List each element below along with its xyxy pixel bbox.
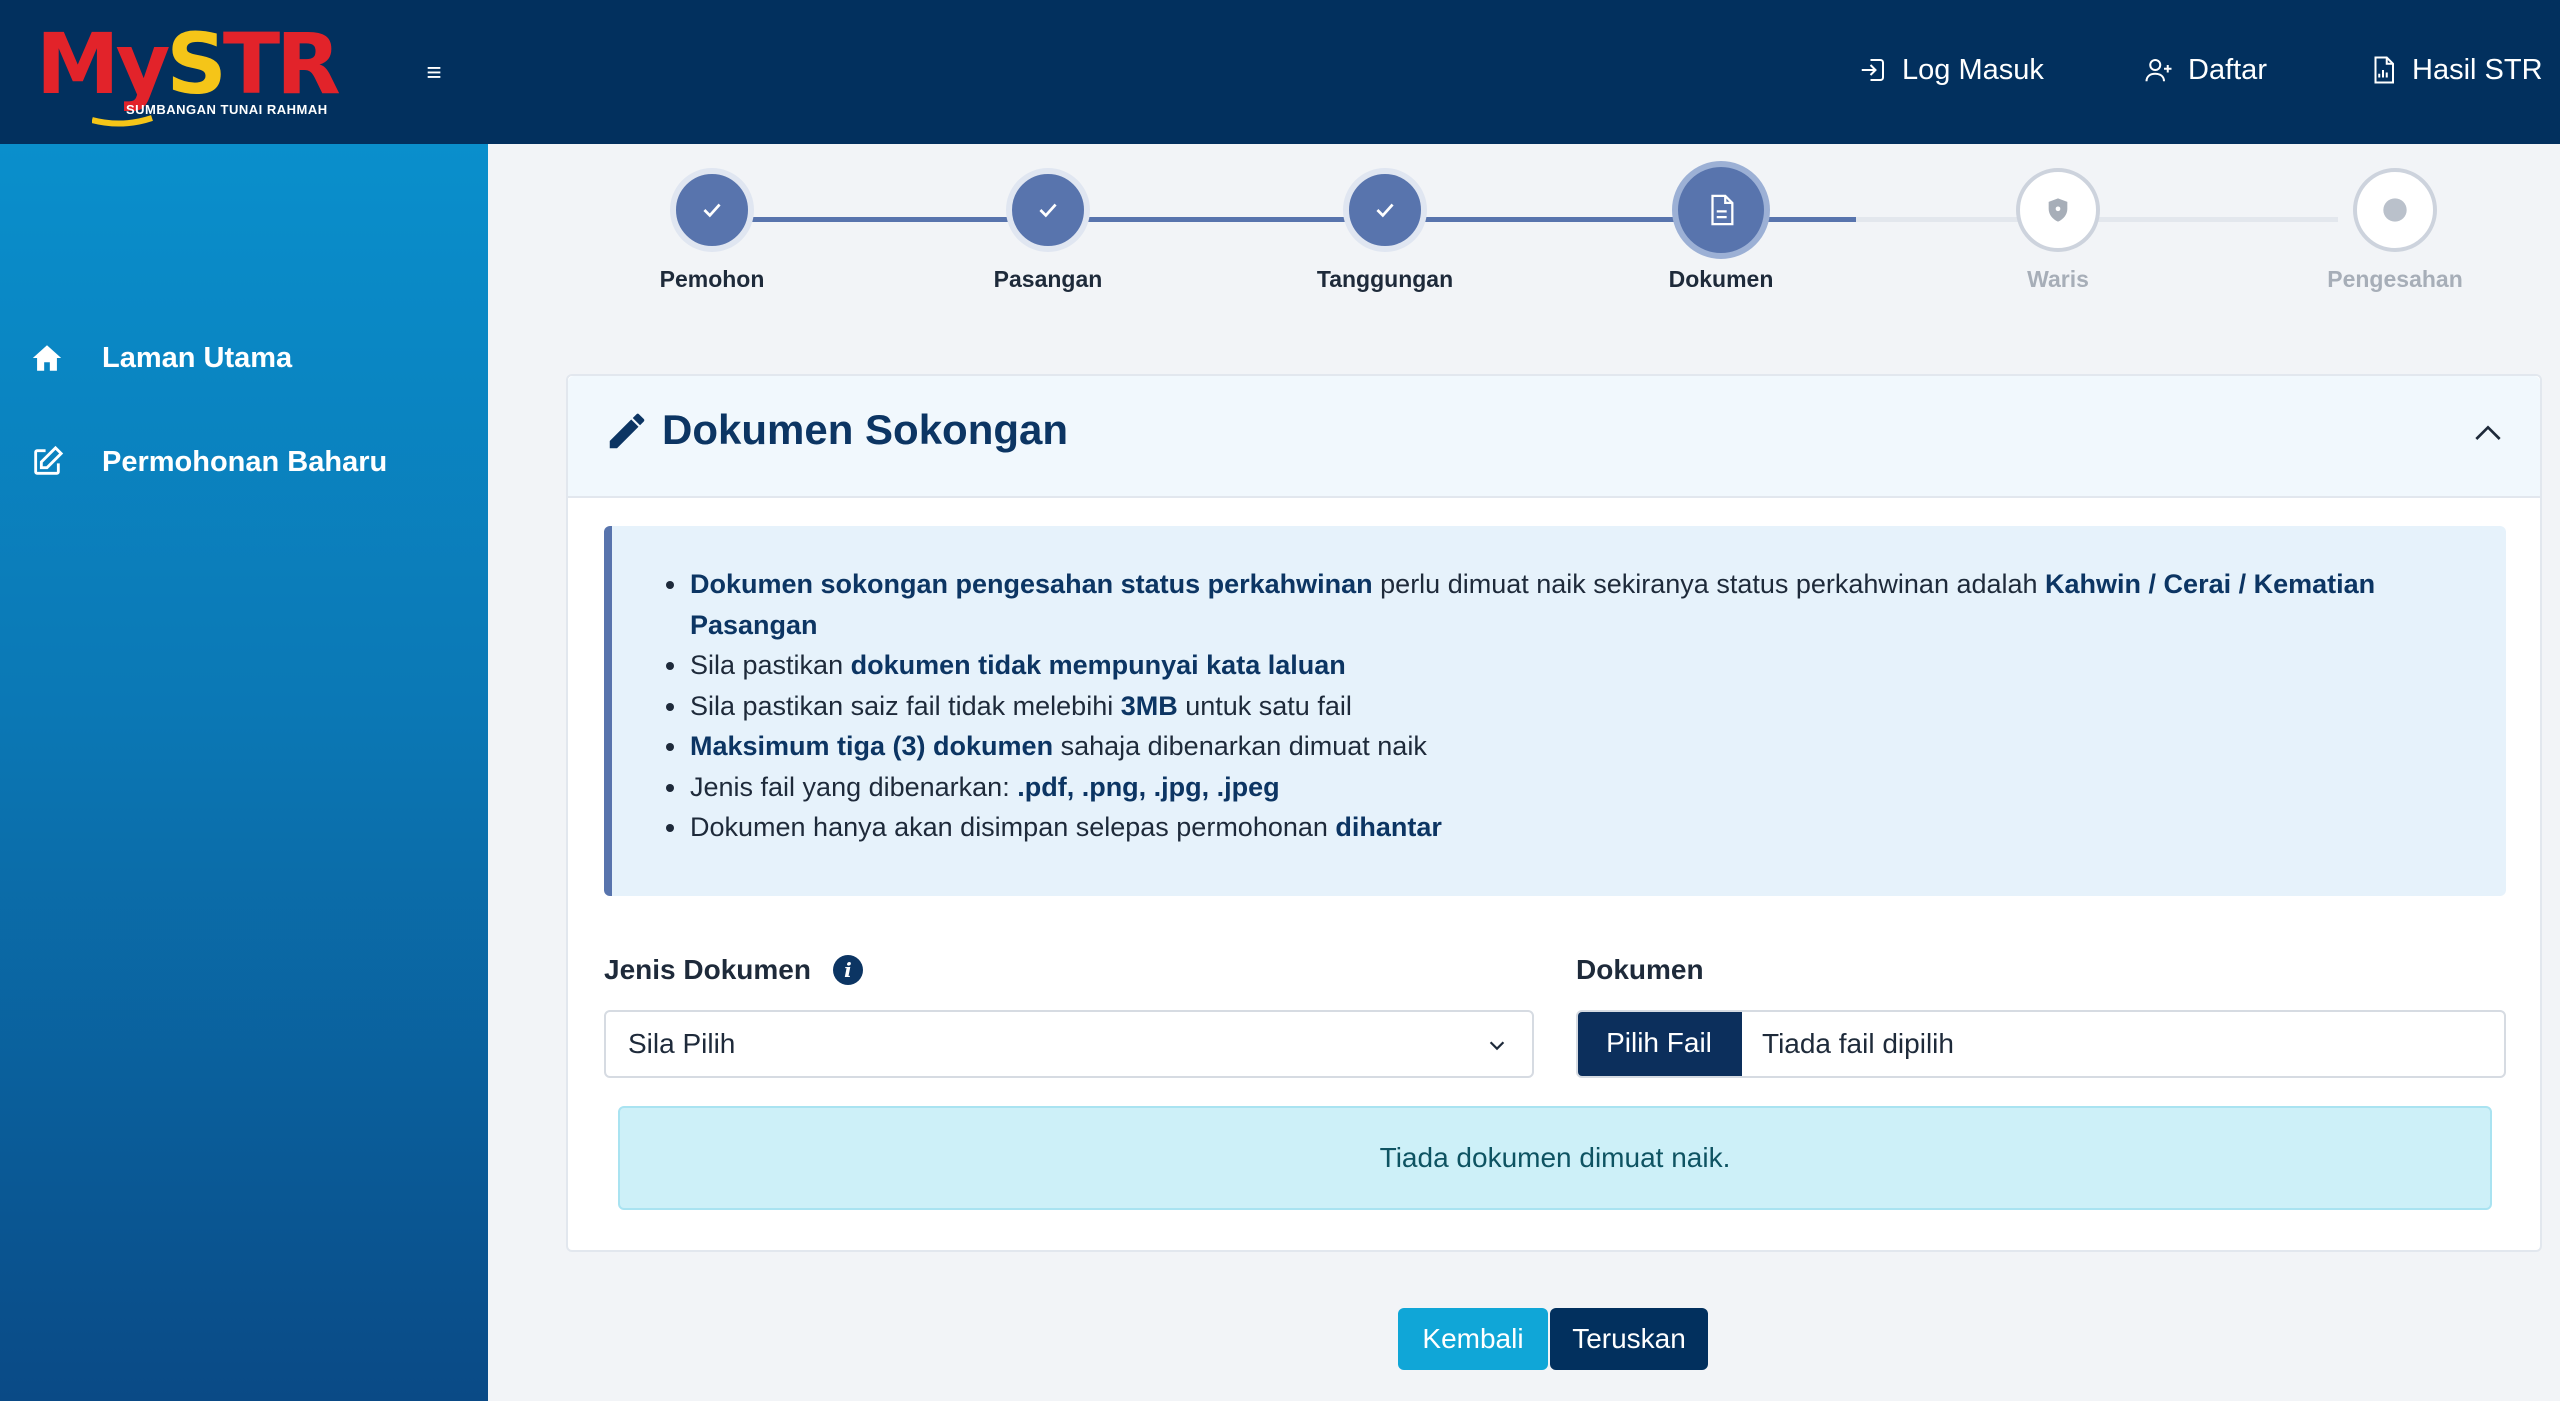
step-label: Pemohon xyxy=(659,266,765,292)
info-item: Dokumen sokongan pengesahan status perka… xyxy=(662,564,2450,645)
jenis-dokumen-label-text: Jenis Dokumen xyxy=(604,954,811,985)
info-bold: 3MB xyxy=(1120,690,1178,721)
step-tanggungan: Tanggungan xyxy=(1265,168,1505,293)
pilih-fail-button[interactable]: Pilih Fail xyxy=(1578,1012,1742,1076)
document-icon xyxy=(1711,194,1734,226)
step-label: Dokumen xyxy=(1668,266,1774,292)
step-label: Waris xyxy=(2027,266,2089,292)
card-header: Dokumen Sokongan xyxy=(568,376,2540,498)
step-circle xyxy=(670,168,754,252)
empty-documents-alert: Tiada dokumen dimuat naik. xyxy=(618,1106,2492,1210)
logo-tr: TR xyxy=(222,15,341,113)
nav-log-masuk-label: Log Masuk xyxy=(1902,53,2044,86)
info-text: untuk satu fail xyxy=(1177,690,1352,721)
sidebar-item-laman-utama[interactable]: Laman Utama xyxy=(30,328,292,388)
mystr-logo[interactable]: MySTR SUMBANGAN TUNAI RAHMAH xyxy=(36,22,341,127)
file-input[interactable]: Pilih Fail Tiada fail dipilih xyxy=(1576,1010,2506,1078)
info-item: Jenis fail yang dibenarkan: .pdf, .png, … xyxy=(662,767,2450,808)
nav-daftar-label: Daftar xyxy=(2188,53,2267,86)
home-icon xyxy=(32,345,62,371)
logo-my: My xyxy=(36,15,170,113)
info-bold: Maksimum tiga (3) dokumen xyxy=(690,731,1054,761)
check-icon xyxy=(1376,203,1394,218)
info-bold: Dokumen sokongan pengesahan status perka… xyxy=(690,569,1373,599)
chevron-up-icon[interactable] xyxy=(2468,414,2508,454)
step-circle xyxy=(1006,168,1090,252)
step-circle xyxy=(2016,168,2100,252)
top-navbar: MySTR SUMBANGAN TUNAI RAHMAH ≡ Log Masuk… xyxy=(0,0,2560,144)
step-pengesahan: Pengesahan xyxy=(2275,168,2515,293)
info-bold: dokumen tidak mempunyai kata laluan xyxy=(850,650,1346,680)
progress-stepper: Pemohon Pasangan Tanggungan Dokumen Wari… xyxy=(488,144,2560,324)
info-list: Dokumen sokongan pengesahan status perka… xyxy=(662,564,2450,848)
info-text: Dokumen hanya akan disimpan selepas perm… xyxy=(690,812,1336,842)
info-item: Maksimum tiga (3) dokumen sahaja dibenar… xyxy=(662,726,2450,767)
teruskan-button[interactable]: Teruskan xyxy=(1550,1308,1708,1370)
info-text: Sila pastikan xyxy=(690,650,851,680)
step-dokumen: Dokumen xyxy=(1601,161,1841,293)
logo-subtitle: SUMBANGAN TUNAI RAHMAH xyxy=(126,102,328,117)
nav-daftar[interactable]: Daftar xyxy=(2144,48,2267,92)
step-circle xyxy=(1672,161,1770,259)
sidebar-item-label: Laman Utama xyxy=(102,341,293,374)
nav-hasil-str-label: Hasil STR xyxy=(2412,53,2543,86)
info-text: Jenis fail yang dibenarkan: xyxy=(690,771,1018,802)
info-text: perlu dimuat naik sekiranya status perka… xyxy=(1372,569,2046,599)
info-item: Dokumen hanya akan disimpan selepas perm… xyxy=(662,807,2450,848)
info-bold: dihantar xyxy=(1335,812,1442,842)
jenis-dokumen-label: Jenis Dokumen i xyxy=(604,954,863,986)
info-item: Sila pastikan dokumen tidak mempunyai ka… xyxy=(662,645,2450,686)
user-plus-icon xyxy=(2145,59,2172,82)
step-label: Pengesahan xyxy=(2327,266,2463,292)
file-status-text: Tiada fail dipilih xyxy=(1762,1028,1954,1059)
sidebar-item-label: Permohonan Baharu xyxy=(102,445,388,478)
check-icon xyxy=(1039,203,1057,218)
logo-wordmark: MySTR xyxy=(36,22,341,106)
document-chart-icon xyxy=(2374,56,2394,84)
info-text: Sila pastikan saiz fail tidak melebihi xyxy=(690,690,1121,721)
step-waris: Waris xyxy=(1938,168,2178,293)
info-text: sahaja dibenarkan dimuat naik xyxy=(1053,731,1427,761)
nav-log-masuk[interactable]: Log Masuk xyxy=(1858,48,2044,92)
kembali-button[interactable]: Kembali xyxy=(1398,1308,1548,1370)
sidebar-item-permohonan-baharu[interactable]: Permohonan Baharu xyxy=(30,432,387,492)
step-pemohon: Pemohon xyxy=(592,168,832,293)
shield-icon xyxy=(2048,198,2068,222)
chevron-down-icon xyxy=(1489,1041,1505,1051)
menu-toggle-icon[interactable]: ≡ xyxy=(418,56,450,88)
jenis-dokumen-select[interactable]: Sila Pilih xyxy=(604,1010,1534,1078)
info-item: Sila pastikan saiz fail tidak melebihi 3… xyxy=(662,686,2450,727)
info-bold: .pdf, .png, .jpg, .jpeg xyxy=(1017,771,1280,802)
dokumen-label: Dokumen xyxy=(1576,954,1704,985)
jenis-dokumen-value: Sila Pilih xyxy=(628,1028,736,1059)
step-circle xyxy=(1343,168,1427,252)
check-icon xyxy=(703,203,721,218)
step-circle xyxy=(2353,168,2437,252)
info-icon[interactable]: i xyxy=(832,955,863,985)
dot-icon xyxy=(2383,198,2407,222)
logo-s: S xyxy=(166,15,226,113)
step-label: Tanggungan xyxy=(1316,266,1454,292)
step-label: Pasangan xyxy=(993,266,1103,292)
sidebar: Laman Utama Permohonan Baharu xyxy=(0,144,488,1401)
info-box: Dokumen sokongan pengesahan status perka… xyxy=(604,526,2506,896)
pencil-icon xyxy=(609,413,645,449)
edit-icon xyxy=(34,445,64,475)
card-title: Dokumen Sokongan xyxy=(662,406,1069,453)
step-pasangan: Pasangan xyxy=(928,168,1168,293)
dokumen-sokongan-card: Dokumen Sokongan Dokumen sokongan penges… xyxy=(566,374,2542,1252)
login-icon xyxy=(1861,59,1884,81)
nav-hasil-str[interactable]: Hasil STR xyxy=(2368,48,2543,92)
